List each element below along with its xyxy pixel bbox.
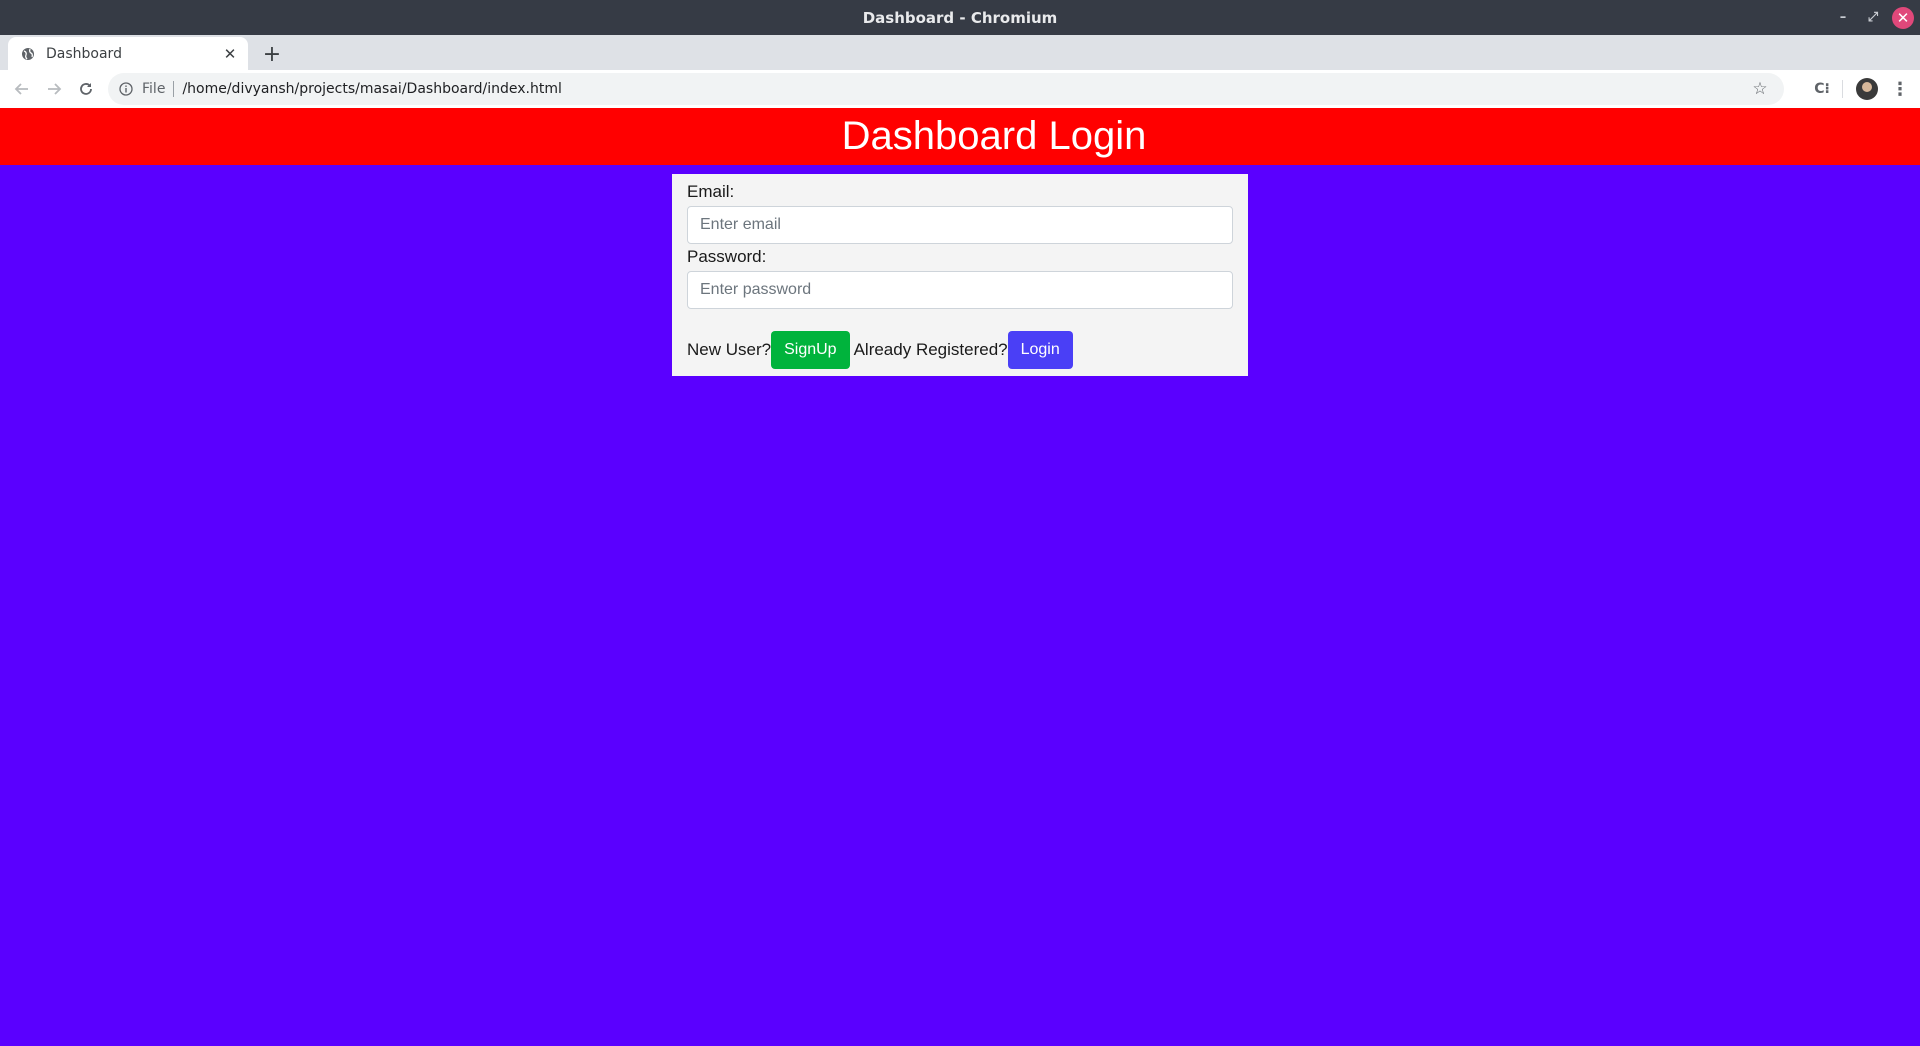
tab-close-icon[interactable]: ✕ [220, 44, 240, 64]
scheme-label: File [142, 81, 166, 97]
url-text[interactable]: /home/divyansh/projects/masai/Dashboard/… [182, 81, 561, 97]
browser-window: Dashboard - Chromium – ⤢ ✕ Dashboard ✕ + [0, 0, 1920, 1046]
login-form: Email: Password: New User? SignUp Alread… [672, 174, 1248, 376]
window-title: Dashboard - Chromium [862, 8, 1058, 27]
star-icon[interactable]: ☆ [1750, 79, 1770, 99]
address-bar[interactable]: File /home/divyansh/projects/masai/Dashb… [108, 73, 1784, 105]
email-input[interactable] [687, 206, 1233, 244]
new-user-text: New User? [687, 340, 772, 359]
reload-icon[interactable] [72, 75, 100, 103]
window-titlebar: Dashboard - Chromium – ⤢ ✕ [0, 0, 1920, 35]
forward-arrow-icon[interactable] [40, 75, 68, 103]
tab-dashboard[interactable]: Dashboard ✕ [8, 37, 248, 70]
close-window-button[interactable]: ✕ [1892, 6, 1914, 29]
page-content: Dashboard Login Email: Password: New Use… [0, 108, 1920, 1046]
form-actions: New User? SignUp Already Registered? Log… [687, 331, 1233, 369]
omnibox-divider [173, 81, 175, 97]
already-registered-text: Already Registered? [853, 340, 1008, 359]
toolbar-divider [1842, 80, 1843, 98]
signup-button[interactable]: SignUp [771, 331, 850, 369]
email-label: Email: [687, 182, 735, 201]
window-controls: – ⤢ ✕ [1832, 0, 1914, 35]
maximize-button[interactable]: ⤢ [1862, 7, 1884, 29]
tab-title: Dashboard [46, 45, 122, 62]
extension-icon[interactable]: C⁝ [1812, 79, 1832, 99]
back-arrow-icon[interactable] [8, 75, 36, 103]
password-input[interactable] [687, 271, 1233, 309]
menu-icon[interactable]: ⋮ [1886, 75, 1914, 103]
browser-toolbar: File /home/divyansh/projects/masai/Dashb… [0, 70, 1920, 109]
login-button[interactable]: Login [1007, 331, 1073, 369]
page-title: Dashboard Login [841, 114, 1147, 158]
tab-strip: Dashboard ✕ + [0, 35, 1920, 70]
password-label: Password: [687, 247, 767, 266]
globe-icon [20, 46, 36, 62]
minimize-button[interactable]: – [1832, 7, 1854, 29]
page-header: Dashboard Login [0, 108, 1920, 165]
new-tab-button[interactable]: + [258, 40, 286, 68]
profile-avatar[interactable] [1856, 78, 1878, 100]
info-icon[interactable] [118, 81, 134, 97]
